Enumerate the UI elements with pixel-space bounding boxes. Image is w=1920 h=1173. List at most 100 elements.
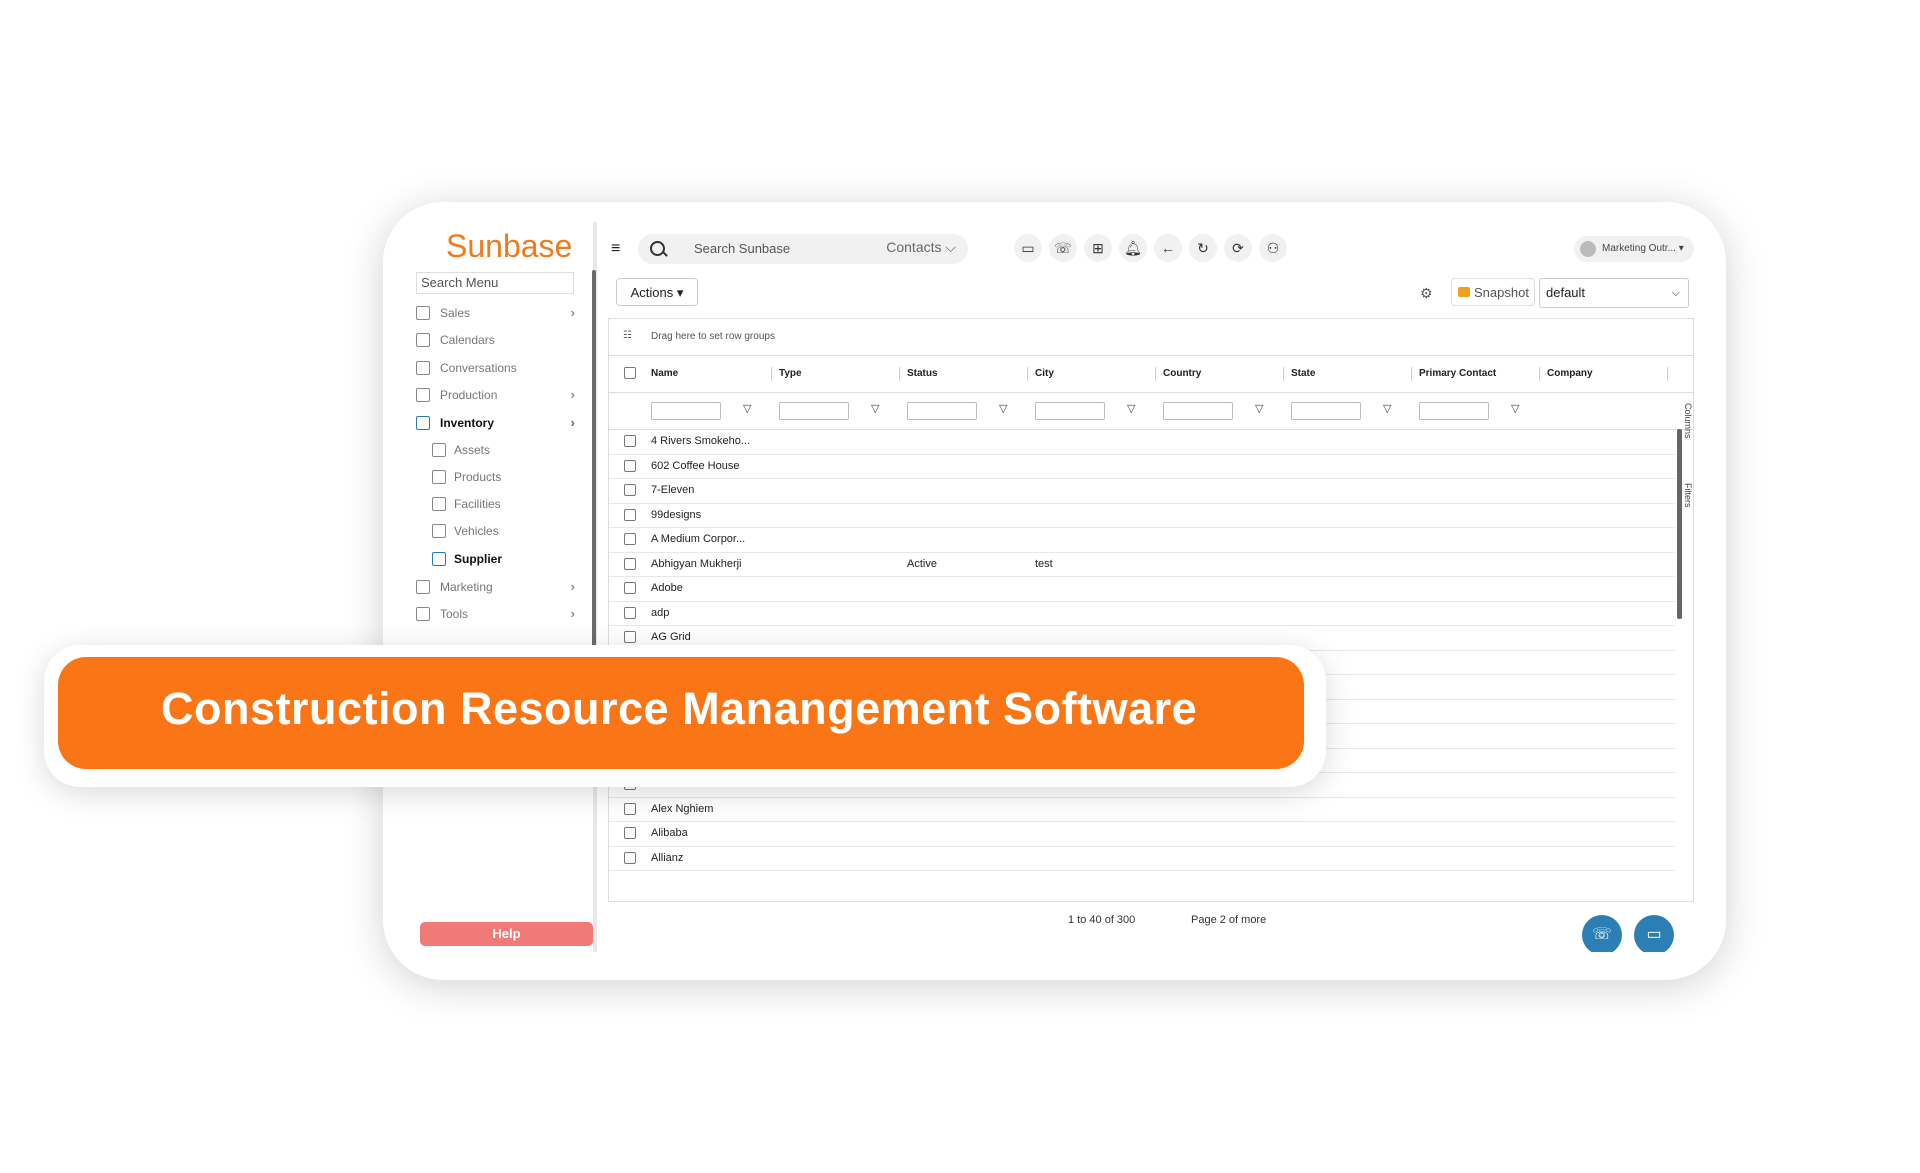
cell-name: AG Grid (651, 631, 691, 643)
column-filter-input[interactable] (1035, 402, 1105, 420)
grid-scrollbar[interactable] (1677, 429, 1682, 619)
table-row[interactable]: Abhigyan Mukherji Active test (609, 552, 1675, 577)
sidebar-item-label: Production (440, 388, 498, 402)
column-resize-handle[interactable] (899, 367, 900, 381)
glasses-icon[interactable]: ⚇ (1259, 234, 1287, 262)
column-filter-input[interactable] (1163, 402, 1233, 420)
pagination-page: Page 2 of more (1191, 914, 1267, 926)
bell-icon[interactable]: 🔔︎ (1119, 234, 1147, 262)
table-row[interactable]: A Medium Corpor... (609, 527, 1675, 553)
column-filter-input[interactable] (651, 402, 721, 420)
calendar-icon (416, 333, 430, 347)
sidebar-item-products[interactable]: Products (416, 466, 581, 488)
table-row[interactable]: adp (609, 601, 1675, 626)
row-checkbox[interactable] (624, 606, 636, 619)
column-resize-handle[interactable] (1411, 367, 1412, 381)
assets-icon (432, 443, 446, 457)
actions-button[interactable]: Actions ▾ (616, 278, 698, 306)
sidebar-item-sales[interactable]: Sales › (416, 302, 581, 324)
row-checkbox[interactable] (624, 508, 636, 521)
table-row[interactable]: 4 Rivers Smokeho... (609, 429, 1675, 455)
sidebar-scrollbar[interactable] (592, 270, 596, 690)
sidebar-item-inventory[interactable]: Inventory › (416, 412, 581, 434)
history-icon[interactable]: ↻ (1189, 234, 1217, 262)
sidebar-item-conversations[interactable]: Conversations (416, 357, 581, 379)
column-header-type[interactable]: Type (779, 368, 802, 379)
filter-icon[interactable]: ▽ (1255, 402, 1263, 415)
row-checkbox[interactable] (624, 435, 636, 447)
table-row[interactable]: Alex Nghiem (609, 797, 1675, 822)
sales-icon (416, 306, 430, 320)
filters-tab[interactable]: Filters (1683, 483, 1693, 508)
search-menu-input[interactable]: Search Menu (416, 272, 574, 294)
sidebar-item-label: Assets (454, 443, 491, 457)
filter-icon[interactable]: ▽ (1383, 402, 1391, 415)
table-row[interactable]: Adobe (609, 576, 1675, 602)
chat-fab-button[interactable]: ▭ (1634, 915, 1674, 952)
row-checkbox[interactable] (624, 851, 636, 864)
filter-icon[interactable]: ▽ (1511, 402, 1519, 415)
call-fab-button[interactable]: ☏ (1582, 915, 1622, 952)
sidebar-item-vehicles[interactable]: Vehicles (416, 520, 581, 542)
column-header-company[interactable]: Company (1547, 368, 1593, 379)
sidebar-item-assets[interactable]: Assets (416, 439, 581, 461)
table-row[interactable]: 7-Eleven (609, 478, 1675, 504)
row-checkbox[interactable] (624, 582, 636, 594)
user-menu[interactable]: Marketing Outr... ▾ (1574, 236, 1694, 262)
sidebar-item-supplier[interactable]: Supplier (416, 548, 581, 570)
column-filter-input[interactable] (907, 402, 977, 420)
column-header-primary-contact[interactable]: Primary Contact (1419, 368, 1496, 379)
table-row[interactable]: Alibaba (609, 821, 1675, 847)
row-group-panel[interactable]: ☷ Drag here to set row groups (609, 319, 1693, 356)
global-search[interactable]: Search Sunbase Contacts ⌵ (638, 234, 968, 264)
column-header-country[interactable]: Country (1163, 368, 1201, 379)
row-checkbox[interactable] (624, 484, 636, 496)
message-icon[interactable]: ▭ (1014, 234, 1042, 262)
column-header-status[interactable]: Status (907, 368, 938, 379)
filter-icon[interactable]: ▽ (743, 402, 751, 415)
row-checkbox[interactable] (624, 557, 636, 570)
column-resize-handle[interactable] (1539, 367, 1540, 381)
actions-label: Actions ▾ (630, 285, 684, 300)
column-resize-handle[interactable] (1155, 367, 1156, 381)
filter-icon[interactable]: ▽ (1127, 402, 1135, 415)
sidebar-item-tools[interactable]: Tools › (416, 603, 581, 625)
sidebar-item-marketing[interactable]: Marketing › (416, 576, 581, 598)
refresh-icon[interactable]: ⟳ (1224, 234, 1252, 262)
row-checkbox[interactable] (624, 631, 636, 643)
column-resize-handle[interactable] (1283, 367, 1284, 381)
column-resize-handle[interactable] (771, 367, 772, 381)
column-header-state[interactable]: State (1291, 368, 1315, 379)
sidebar-item-production[interactable]: Production › (416, 384, 581, 406)
view-select[interactable]: default ⌵ (1539, 278, 1689, 308)
sidebar-item-facilities[interactable]: Facilities (416, 493, 581, 515)
column-filter-input[interactable] (1291, 402, 1361, 420)
back-arrow-icon[interactable]: ← (1154, 234, 1182, 262)
column-filter-input[interactable] (779, 402, 849, 420)
filter-icon[interactable]: ▽ (999, 402, 1007, 415)
sidebar-item-calendars[interactable]: Calendars (416, 329, 581, 351)
column-resize-handle[interactable] (1027, 367, 1028, 381)
row-checkbox[interactable] (624, 802, 636, 815)
columns-tab[interactable]: Columns (1683, 403, 1693, 439)
column-filter-input[interactable] (1419, 402, 1489, 420)
gear-icon[interactable]: ⚙ (1420, 285, 1433, 302)
column-resize-handle[interactable] (1667, 367, 1668, 381)
row-checkbox[interactable] (624, 827, 636, 839)
table-row[interactable]: 99designs (609, 503, 1675, 528)
help-button[interactable]: Help (420, 922, 593, 946)
row-group-icon: ☷ (623, 330, 632, 341)
column-header-name[interactable]: Name (651, 368, 678, 379)
table-row[interactable]: 602 Coffee House (609, 454, 1675, 479)
hamburger-menu-icon[interactable]: ≡ (611, 240, 620, 258)
search-context-dropdown[interactable]: Contacts ⌵ (886, 239, 956, 256)
phone-icon[interactable]: ☏ (1049, 234, 1077, 262)
column-header-city[interactable]: City (1035, 368, 1054, 379)
filter-icon[interactable]: ▽ (871, 402, 879, 415)
select-all-checkbox[interactable] (624, 367, 636, 379)
add-box-icon[interactable]: ⊞ (1084, 234, 1112, 262)
row-checkbox[interactable] (624, 533, 636, 545)
table-row[interactable]: Allianz (609, 846, 1675, 871)
snapshot-button[interactable]: Snapshot (1451, 278, 1535, 306)
row-checkbox[interactable] (624, 459, 636, 472)
